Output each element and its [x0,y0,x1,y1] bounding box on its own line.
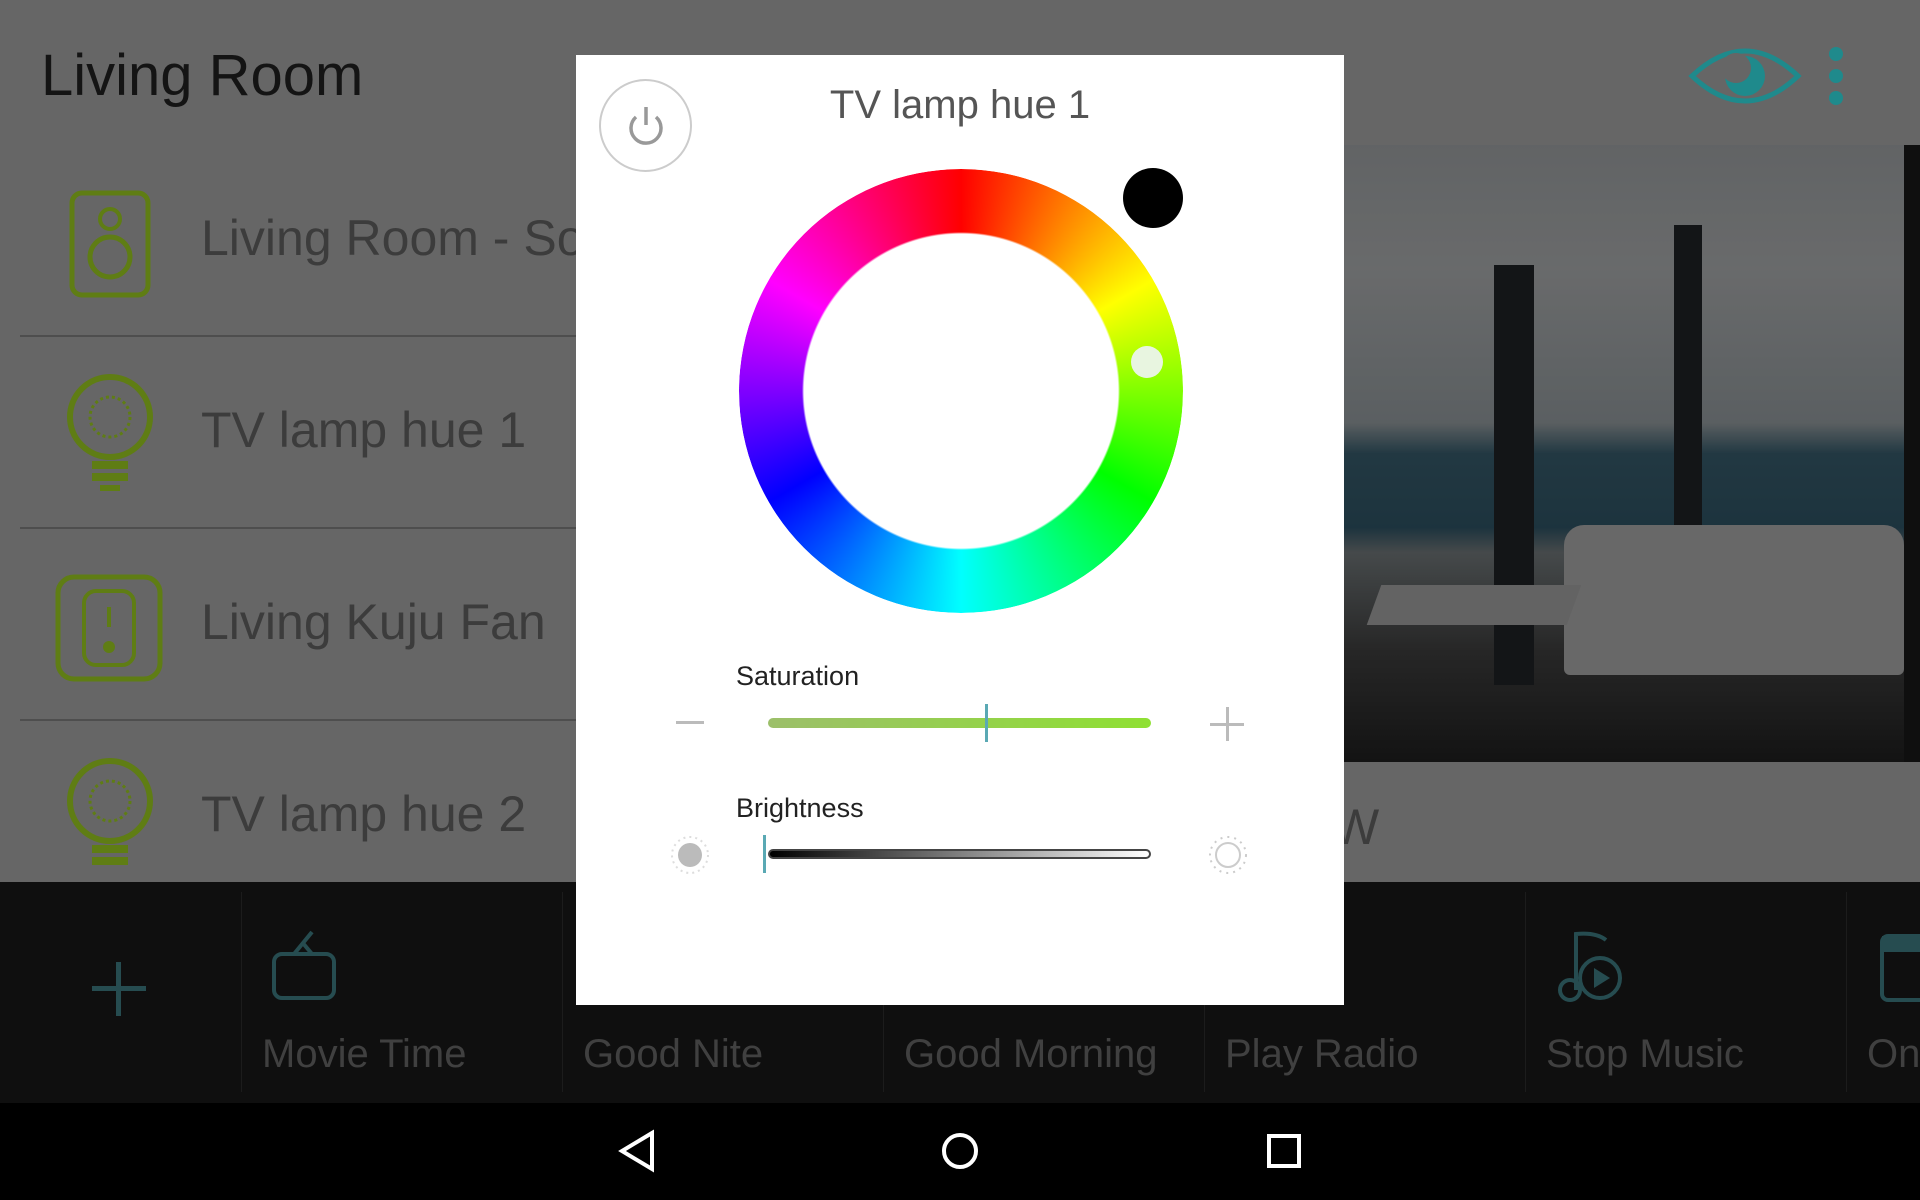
home-icon[interactable] [938,1127,982,1175]
device-row[interactable]: TV lamp hue 1 [20,337,576,529]
saturation-label: Saturation [736,661,860,691]
brightness-slider[interactable] [763,835,1151,873]
scene-label: Stop Music [1546,1032,1744,1076]
color-wheel-handle[interactable] [1131,346,1163,378]
device-label: TV lamp hue 2 [201,786,527,842]
add-scene-button[interactable] [0,892,241,1092]
brightness-thumb[interactable] [763,835,766,873]
scene-movie-time[interactable]: Movie Time [241,892,562,1092]
clapper-icon [1880,934,1920,1002]
page-title: Living Room [41,43,364,108]
device-row[interactable]: Living Kuju Fan [20,529,576,721]
device-label: Living Kuju Fan [201,594,546,650]
back-icon[interactable] [616,1127,660,1175]
brightness-high-icon[interactable] [1208,835,1248,875]
scene-label: Play Radio [1225,1032,1419,1076]
dialog-title: TV lamp hue 1 [829,83,1091,127]
recents-icon[interactable] [1262,1127,1306,1175]
scene-stop-music[interactable]: Stop Music [1525,892,1846,1092]
selected-color-swatch [1123,168,1183,228]
switch-icon [55,574,163,682]
plus-icon[interactable] [1210,707,1244,741]
scene-label: Good Morning [904,1032,1158,1076]
brightness-low-icon[interactable] [670,835,710,875]
room-photo [1344,145,1920,762]
light-control-dialog: TV lamp hue 1 Saturation Brightness [576,55,1344,1005]
system-nav-bar [0,1103,1920,1200]
saturation-slider[interactable] [768,704,1151,742]
minus-icon[interactable] [676,721,704,725]
scene-label: Movie Time [262,1032,467,1076]
more-vert-icon[interactable] [1826,46,1846,106]
bulb-icon [67,374,153,491]
scene-label: Good Nite [583,1032,764,1076]
tv-icon [272,930,336,1000]
saturation-thumb[interactable] [985,704,989,742]
speaker-icon [69,190,151,298]
scene-on[interactable]: On [1846,892,1920,1092]
brightness-label: Brightness [736,793,864,823]
color-wheel[interactable] [739,169,1183,613]
eye-icon[interactable] [1688,44,1802,108]
scene-label: On [1867,1032,1920,1076]
music-play-icon [1558,931,1622,1002]
bulb-icon [67,758,153,865]
plus-icon [92,962,146,1016]
device-row[interactable]: Living Room - Sonos [20,145,665,337]
device-label: TV lamp hue 1 [201,402,527,458]
